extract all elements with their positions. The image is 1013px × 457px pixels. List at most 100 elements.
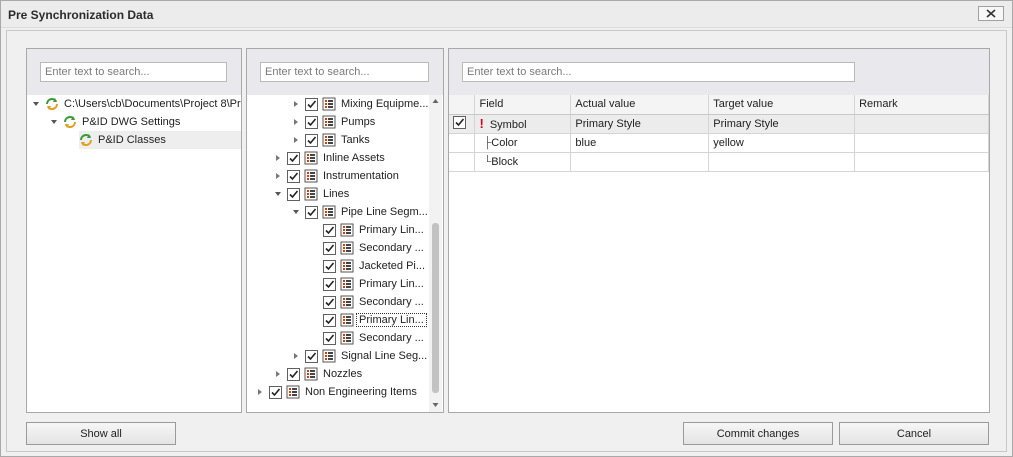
scroll-up-icon[interactable]	[429, 95, 442, 107]
class-tree-item[interactable]: Primary Lin...	[309, 311, 427, 329]
tree-item-checkbox[interactable]	[305, 115, 318, 129]
check-icon	[455, 117, 465, 126]
tree-item-checkbox[interactable]	[323, 241, 336, 255]
class-tree-item[interactable]: Primary Lin...	[309, 275, 424, 293]
tree-item-label: Mixing Equipme...	[341, 98, 429, 110]
check-icon	[307, 99, 317, 108]
row-check-cell	[449, 133, 476, 153]
check-icon	[307, 207, 317, 216]
class-tree-item[interactable]: Jacketed Pi...	[309, 257, 425, 275]
tree-item-checkbox[interactable]	[323, 295, 336, 309]
class-tree-item[interactable]: Pipe Line Segm...	[291, 203, 428, 221]
class-tree-item[interactable]: Mixing Equipme...	[291, 95, 428, 113]
remark-cell[interactable]	[854, 152, 989, 172]
class-tree-scrollbar[interactable]	[429, 95, 442, 412]
class-tree-search-input[interactable]	[260, 62, 429, 82]
tree-item-dwg-settings[interactable]: P&ID DWG Settings	[49, 113, 180, 131]
class-tree-item[interactable]: Inline Assets	[273, 149, 385, 167]
check-icon	[325, 243, 335, 252]
remark-cell[interactable]	[854, 133, 989, 153]
field-name: Color	[491, 136, 518, 149]
tree-item-checkbox[interactable]	[323, 259, 336, 273]
class-tree-panel: Mixing Equipme... Pumps Tanks Inline Assets…	[246, 48, 444, 413]
grid-header-remark[interactable]: Remark	[854, 95, 989, 115]
table-row[interactable]: └Block	[449, 152, 989, 172]
class-tree-item[interactable]: Instrumentation	[273, 167, 399, 185]
show-all-button[interactable]: Show all	[26, 422, 176, 445]
chevron-right-icon[interactable]	[273, 369, 283, 379]
chevron-down-icon[interactable]	[273, 189, 283, 199]
drawing-tree-search-input[interactable]	[40, 62, 227, 82]
chevron-right-icon[interactable]	[273, 153, 283, 163]
actual-value-cell	[570, 152, 710, 172]
property-search-input[interactable]	[462, 62, 855, 82]
grid-header-row: Field Actual value Target value Remark	[449, 95, 989, 115]
tree-item-label: Primary Lin...	[356, 313, 427, 327]
scroll-down-icon[interactable]	[429, 399, 442, 411]
check-icon	[325, 315, 335, 324]
chevron-right-icon[interactable]	[291, 135, 301, 145]
check-icon	[307, 351, 317, 360]
class-tree-item[interactable]: Signal Line Seg...	[291, 347, 427, 365]
tree-item-checkbox[interactable]	[287, 151, 300, 165]
tree-item-checkbox[interactable]	[323, 313, 336, 327]
tree-item-checkbox[interactable]	[287, 367, 300, 381]
tree-item-checkbox[interactable]	[269, 385, 282, 399]
remark-cell[interactable]	[854, 114, 989, 134]
tree-item-pid-classes[interactable]: P&ID Classes	[79, 131, 241, 149]
cancel-button[interactable]: Cancel	[839, 422, 989, 445]
class-tree-item[interactable]: Nozzles	[273, 365, 362, 383]
actual-value-cell: Primary Style	[570, 114, 710, 134]
tree-item-checkbox[interactable]	[287, 187, 300, 201]
tree-item-checkbox[interactable]	[287, 169, 300, 183]
chevron-down-icon[interactable]	[31, 99, 41, 109]
tree-item-checkbox[interactable]	[305, 205, 318, 219]
table-row[interactable]: ! Symbol Primary Style Primary Style	[449, 114, 989, 134]
pre-sync-dialog: Pre Synchronization Data C:\Users\cb\Do	[0, 0, 1013, 457]
check-icon	[307, 135, 317, 144]
class-tree-item[interactable]: Secondary ...	[309, 293, 424, 311]
close-button[interactable]	[978, 6, 1004, 21]
field-cell: ! Symbol	[474, 114, 572, 134]
class-tree-item[interactable]: Non Engineering Items	[255, 383, 417, 401]
field-cell: ├Color	[474, 133, 572, 153]
class-tree-item[interactable]: Secondary ...	[309, 239, 424, 257]
table-row[interactable]: ├Color blue yellow	[449, 133, 989, 153]
tree-item-label: Jacketed Pi...	[359, 260, 426, 272]
commit-changes-button[interactable]: Commit changes	[683, 422, 833, 445]
list-icon	[286, 385, 305, 399]
row-check-cell[interactable]	[449, 114, 476, 134]
tree-item-project[interactable]: C:\Users\cb\Documents\Project 8\Pr	[31, 95, 241, 113]
check-icon	[325, 261, 335, 270]
tree-item-checkbox[interactable]	[305, 133, 318, 147]
scroll-thumb[interactable]	[432, 223, 439, 393]
actual-value-cell: blue	[570, 133, 710, 153]
grid-header-actual[interactable]: Actual value	[570, 95, 710, 115]
class-tree-item[interactable]: Primary Lin...	[309, 221, 424, 239]
class-tree-item[interactable]: Secondary ...	[309, 329, 424, 347]
class-tree-item[interactable]: Tanks	[291, 131, 370, 149]
tree-item-checkbox[interactable]	[323, 223, 336, 237]
class-tree-item[interactable]: Pumps	[291, 113, 375, 131]
tree-item-label: Nozzles	[323, 368, 363, 380]
class-tree-item[interactable]: Lines	[273, 185, 349, 203]
chevron-right-icon[interactable]	[273, 171, 283, 181]
row-checkbox[interactable]	[453, 115, 466, 129]
list-icon	[322, 97, 341, 111]
tree-item-label: Inline Assets	[323, 152, 385, 164]
chevron-down-icon[interactable]	[291, 207, 301, 217]
chevron-right-icon[interactable]	[291, 117, 301, 127]
check-icon	[325, 297, 335, 306]
chevron-right-icon[interactable]	[255, 387, 265, 397]
chevron-right-icon[interactable]	[291, 351, 301, 361]
tree-item-checkbox[interactable]	[323, 277, 336, 291]
grid-header-field[interactable]: Field	[474, 95, 572, 115]
tree-item-checkbox[interactable]	[305, 97, 318, 111]
title-bar: Pre Synchronization Data	[1, 1, 1012, 28]
tree-item-checkbox[interactable]	[305, 349, 318, 363]
chevron-right-icon[interactable]	[291, 99, 301, 109]
chevron-down-icon[interactable]	[49, 117, 59, 127]
tree-item-checkbox[interactable]	[323, 331, 336, 345]
grid-header-target[interactable]: Target value	[708, 95, 856, 115]
